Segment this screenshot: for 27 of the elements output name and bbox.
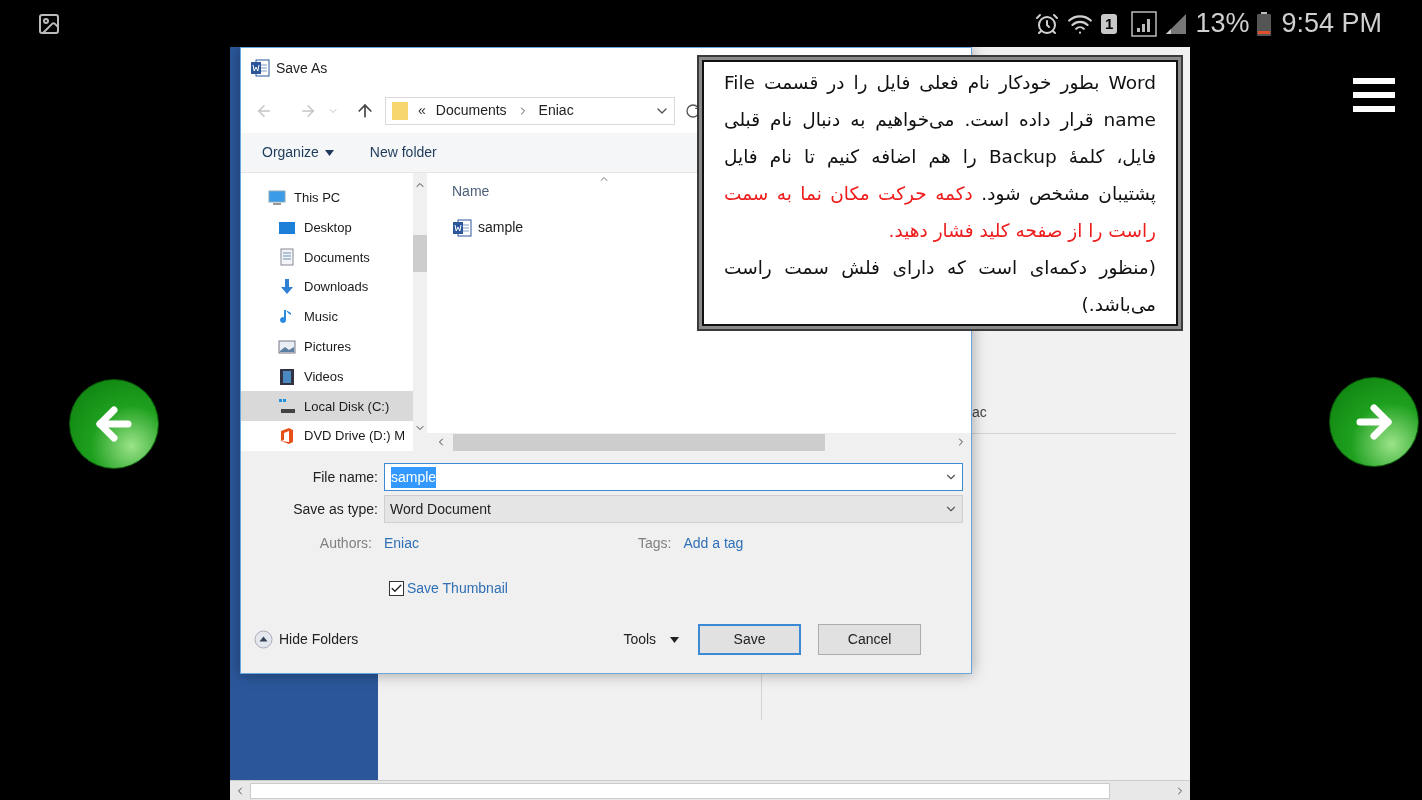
nav-item[interactable]: Local Disk (C:) [241, 391, 413, 422]
sim-slot-badge: 1 [1101, 13, 1118, 34]
toolbar-menu[interactable]: Organize [262, 142, 334, 163]
partial-label: ac [971, 403, 988, 422]
field-label: Save as type: [292, 499, 379, 519]
callout-text: Word بطور خودکار نام فعلی فایل را در قسمت File name قرار داده است. می‌خواهیم به دنبال نام قبلی فایل، کلمهٔ Backup را هم اضافه کنیم تا نام فایل پشتیبان مشخص شود. دکمه حرکت مکان نما به سمت راست را از صفحه کلید فشار دهید. (منظور دکمه‌ای است که دارای فلش سمت راست می‌باشد.) [702, 60, 1178, 326]
file-item[interactable]: sample [452, 217, 524, 238]
toolbar-button[interactable]: New folder [369, 142, 437, 163]
authors-link[interactable]: Eniac [384, 532, 638, 554]
breadcrumb-item[interactable]: Eniac [538, 100, 574, 121]
checkbox-label[interactable]: Save Thumbnail [407, 577, 508, 599]
field-label: File name: [311, 467, 379, 487]
overflow-chevrons[interactable]: « [418, 100, 426, 121]
breadcrumb-item[interactable]: Documents [435, 100, 507, 121]
column-header[interactable]: Name [452, 181, 490, 202]
field-label: Tags: [638, 533, 673, 553]
address-bar[interactable]: « Documents Eniac [385, 96, 675, 125]
save-as-type-select[interactable]: Word Document [384, 495, 963, 523]
hide-folders-button[interactable]: Hide Folders [254, 629, 359, 650]
battery-percent: 13% [1195, 10, 1250, 37]
field-label: Authors: [318, 533, 373, 553]
cancel-button[interactable]: Cancel [818, 624, 922, 655]
dialog-title: Save As [276, 58, 328, 78]
clock-time: 9:54 PM [1281, 10, 1382, 37]
add-tag-link[interactable]: Add a tag [683, 532, 744, 554]
save-button[interactable]: Save [698, 624, 802, 655]
tools-menu[interactable]: Tools [623, 629, 680, 650]
